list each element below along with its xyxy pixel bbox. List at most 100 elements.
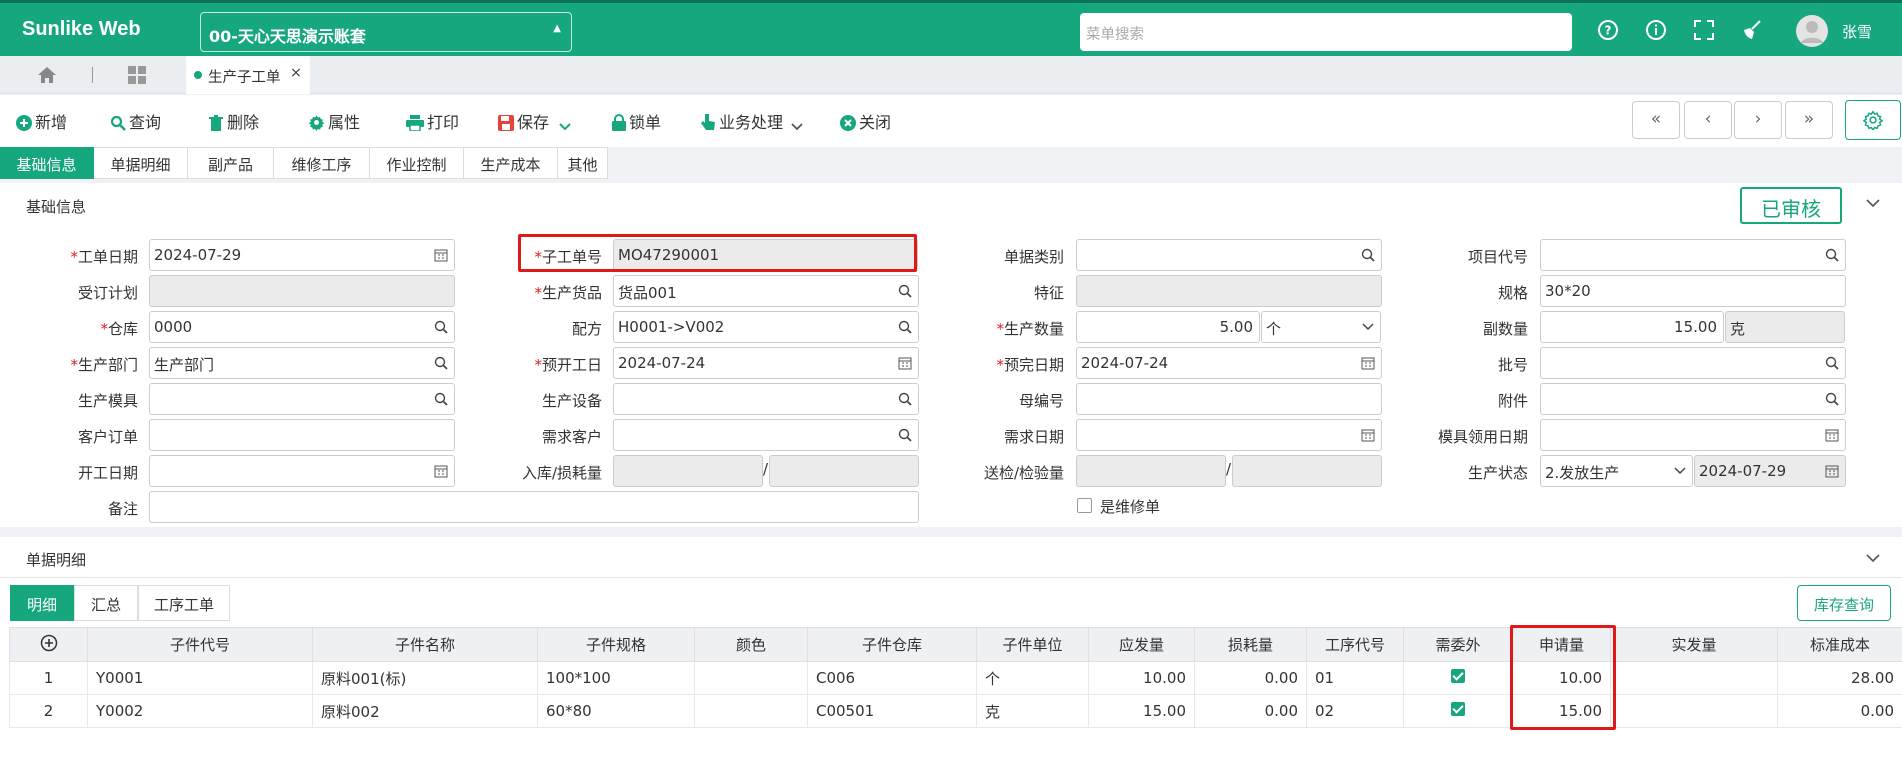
tab-document-detail[interactable]: 单据明细 (94, 147, 188, 179)
checkbox-checked[interactable] (1451, 669, 1465, 683)
cell-process-code[interactable]: 02 (1306, 694, 1404, 728)
doc-type-field[interactable] (1076, 239, 1382, 271)
calendar-icon[interactable] (898, 356, 912, 370)
col-header[interactable]: 子件代号 (87, 627, 313, 662)
col-header[interactable]: 子件名称 (312, 627, 538, 662)
cell-color[interactable] (694, 661, 808, 695)
stock-query-button[interactable]: 库存查询 (1797, 585, 1891, 621)
subtab-detail[interactable]: 明细 (10, 585, 74, 621)
demand-date-field[interactable] (1076, 419, 1382, 451)
col-header[interactable]: 工序代号 (1306, 627, 1404, 662)
quantity-unit-select[interactable]: 个 (1261, 311, 1381, 343)
table-row[interactable]: 1 Y0001 原料001(标) 100*100 C006 个 10.00 0.… (9, 661, 1902, 695)
cell-unit[interactable]: 克 (976, 694, 1089, 728)
search-icon[interactable] (1825, 248, 1839, 262)
col-header[interactable]: 实发量 (1610, 627, 1778, 662)
delete-button[interactable]: 删除 (208, 109, 259, 133)
cell-should-qty[interactable]: 10.00 (1088, 661, 1195, 695)
cell-outsource[interactable] (1403, 694, 1513, 728)
grid-icon[interactable] (128, 66, 146, 84)
search-icon[interactable] (434, 392, 448, 406)
avatar[interactable] (1796, 15, 1828, 47)
cell-loss-qty[interactable]: 0.00 (1194, 694, 1307, 728)
cell-color[interactable] (694, 694, 808, 728)
add-row-button[interactable] (9, 627, 88, 662)
attributes-button[interactable]: 属性 (308, 109, 360, 133)
search-icon[interactable] (1361, 248, 1375, 262)
col-header[interactable]: 子件仓库 (807, 627, 977, 662)
calendar-icon[interactable] (434, 464, 448, 478)
lock-button[interactable]: 锁单 (612, 109, 661, 133)
order-date-field[interactable]: 2024-07-29 (149, 239, 455, 271)
col-header[interactable]: 标准成本 (1777, 627, 1902, 662)
account-selector[interactable]: 00-天心天思演示账套 ▲ (200, 12, 572, 52)
prod-status-select[interactable]: 2.发放生产 (1540, 455, 1693, 487)
chevron-down-icon[interactable] (559, 123, 571, 131)
tab-repair-process[interactable]: 维修工序 (274, 147, 370, 179)
feature-field[interactable] (1076, 275, 1382, 307)
calendar-icon[interactable] (434, 248, 448, 262)
business-button[interactable]: 业务处理 (700, 109, 806, 133)
search-icon[interactable] (434, 356, 448, 370)
tab-production-cost[interactable]: 生产成本 (464, 147, 558, 179)
save-button[interactable]: 保存 (498, 109, 574, 133)
tab-other[interactable]: 其他 (558, 147, 608, 179)
chevron-down-icon[interactable] (1866, 198, 1880, 208)
mold-field[interactable] (149, 383, 455, 415)
broom-icon[interactable] (1740, 18, 1764, 42)
formula-field[interactable]: H0001->V002 (613, 311, 919, 343)
start-date-field[interactable]: 2024-07-24 (613, 347, 919, 379)
fullscreen-icon[interactable] (1692, 18, 1716, 42)
equipment-field[interactable] (613, 383, 919, 415)
remark-field[interactable] (149, 491, 919, 523)
end-date-field[interactable]: 2024-07-24 (1076, 347, 1382, 379)
col-header[interactable]: 子件规格 (537, 627, 695, 662)
tab-basic-info[interactable]: 基础信息 (0, 147, 94, 179)
close-button[interactable]: 关闭 (840, 109, 891, 133)
cell-actual-qty[interactable] (1610, 661, 1778, 695)
project-field[interactable] (1540, 239, 1846, 271)
tab-job-control[interactable]: 作业控制 (370, 147, 464, 179)
subtab-summary[interactable]: 汇总 (74, 585, 138, 621)
prev-record-button[interactable]: ‹ (1684, 101, 1732, 139)
batch-field[interactable] (1540, 347, 1846, 379)
quantity-field[interactable]: 5.00 (1076, 311, 1260, 343)
print-button[interactable]: 打印 (406, 109, 459, 133)
query-button[interactable]: 查询 (110, 109, 161, 133)
help-icon[interactable]: ? (1596, 18, 1620, 42)
search-icon[interactable] (898, 320, 912, 334)
cell-code[interactable]: Y0002 (87, 694, 313, 728)
cell-code[interactable]: Y0001 (87, 661, 313, 695)
chevron-down-icon[interactable] (791, 123, 803, 131)
col-header[interactable]: 应发量 (1088, 627, 1195, 662)
calendar-icon[interactable] (1825, 428, 1839, 442)
col-header[interactable]: 子件单位 (976, 627, 1089, 662)
username[interactable]: 张雪 (1842, 21, 1872, 42)
info-icon[interactable] (1644, 18, 1668, 42)
cell-outsource[interactable] (1403, 661, 1513, 695)
warehouse-field[interactable]: 0000 (149, 311, 455, 343)
table-row[interactable]: 2 Y0002 原料002 60*80 C00501 克 15.00 0.00 … (9, 694, 1902, 728)
attachment-field[interactable] (1540, 383, 1846, 415)
order-plan-field[interactable] (149, 275, 455, 307)
parent-no-field[interactable] (1076, 383, 1382, 415)
new-button[interactable]: 新增 (16, 109, 67, 133)
settings-button[interactable] (1845, 100, 1901, 140)
cell-name[interactable]: 原料002 (312, 694, 538, 728)
home-icon[interactable] (37, 66, 57, 84)
work-date-field[interactable] (149, 455, 455, 487)
tab-by-product[interactable]: 副产品 (188, 147, 274, 179)
cell-unit[interactable]: 个 (976, 661, 1089, 695)
search-icon[interactable] (1825, 356, 1839, 370)
cell-loss-qty[interactable]: 0.00 (1194, 661, 1307, 695)
tab-production-sub-order[interactable]: 生产子工单 × (186, 56, 310, 94)
cell-standard-cost[interactable]: 0.00 (1777, 694, 1902, 728)
checkbox-checked[interactable] (1451, 702, 1465, 716)
mold-date-field[interactable] (1540, 419, 1846, 451)
subtab-process-order[interactable]: 工序工单 (138, 585, 230, 621)
spec-field[interactable]: 30*20 (1540, 275, 1846, 307)
goods-field[interactable]: 货品001 (613, 275, 919, 307)
col-header[interactable]: 需委外 (1403, 627, 1513, 662)
cell-spec[interactable]: 60*80 (537, 694, 695, 728)
close-tab-icon[interactable]: × (290, 65, 302, 81)
